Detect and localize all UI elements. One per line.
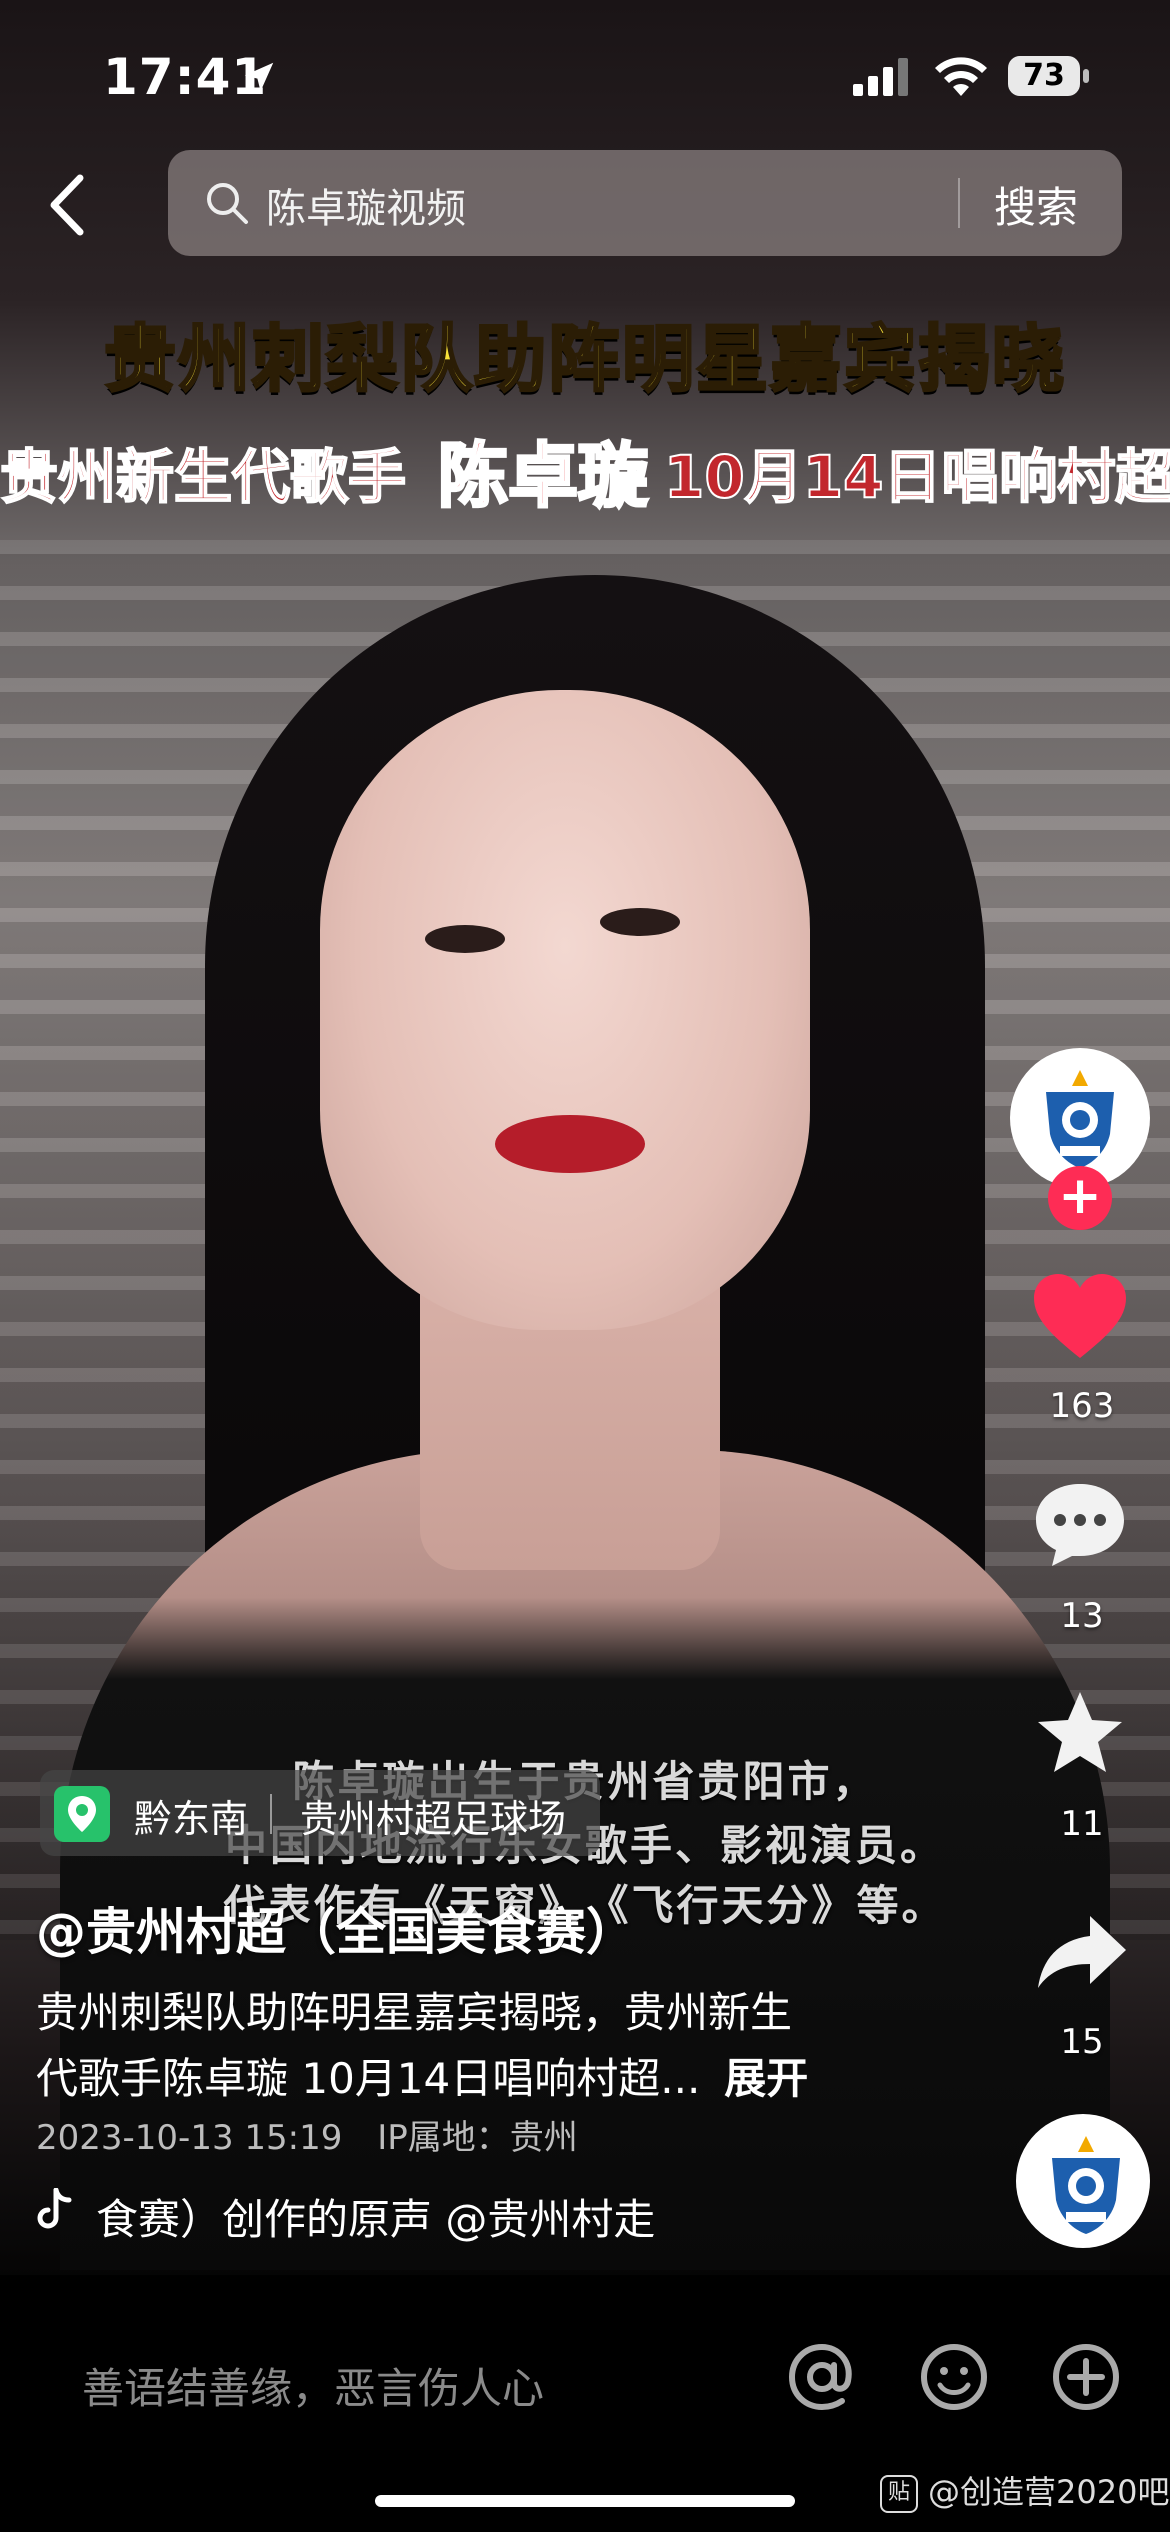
- search-button[interactable]: 搜索: [994, 174, 1078, 235]
- location-divider: [270, 1794, 272, 1834]
- share-icon[interactable]: [1034, 1912, 1128, 1992]
- heart-icon[interactable]: [1030, 1270, 1130, 1362]
- watermark-text: @创造营2020吧: [928, 2473, 1170, 2511]
- description-line: 贵州刺梨队助阵明星嘉宾揭晓，贵州新生: [36, 1988, 793, 2037]
- music-title: 食赛）创作的原声 @贵州村走: [96, 2195, 656, 2242]
- video-title-banner: 贵州刺梨队助阵明星嘉宾揭晓: [102, 315, 1066, 403]
- location-place: 贵州村超足球场: [300, 1797, 567, 1841]
- banner-prefix: 贵州新生代歌手: [0, 442, 407, 512]
- emoji-icon[interactable]: [918, 2341, 990, 2413]
- comment-icon[interactable]: [1032, 1480, 1128, 1570]
- video-subject-lips: [495, 1115, 645, 1173]
- watermark: 贴 @创造营2020吧: [880, 2467, 1169, 2513]
- location-region: 黔东南: [134, 1797, 249, 1841]
- post-meta: 2023-10-13 15:19 IP属地：贵州: [36, 2110, 602, 2159]
- post-description[interactable]: 贵州刺梨队助阵明星嘉宾揭晓，贵州新生 代歌手陈卓璇 10月14日唱响村超... 展…: [36, 1980, 856, 2112]
- location-tag[interactable]: 黔东南 贵州村超足球场: [40, 1770, 600, 1856]
- status-bar: 17:41 73: [0, 0, 1170, 150]
- battery-tip: [1083, 69, 1089, 83]
- comment-input[interactable]: 善语结善缘，恶言伤人心: [82, 2355, 544, 2416]
- search-bar[interactable]: 陈卓璇视频 搜索: [168, 150, 1122, 256]
- battery-icon: 73: [1008, 56, 1089, 96]
- favorite-count: 11: [1060, 1804, 1104, 1844]
- music-row[interactable]: 食赛）创作的原声 @贵州村走: [36, 2182, 736, 2242]
- tiktok-music-icon: [37, 2188, 72, 2229]
- follow-button[interactable]: +: [1048, 1166, 1112, 1230]
- like-count: 163: [1049, 1386, 1115, 1426]
- description-line: 代歌手陈卓璇 10月14日唱响村超...: [36, 2054, 701, 2103]
- cellular-signal-icon: [853, 58, 908, 96]
- video-subject-eye: [425, 925, 505, 953]
- ip-location: IP属地：贵州: [377, 2118, 578, 2158]
- home-indicator[interactable]: [375, 2495, 795, 2507]
- location-arrow-icon: [244, 62, 274, 92]
- comment-count: 13: [1060, 1596, 1104, 1636]
- search-icon: [207, 183, 248, 224]
- add-icon[interactable]: [1050, 2341, 1122, 2413]
- wifi-icon: [935, 57, 987, 96]
- club-logo-icon: [1046, 1070, 1114, 1168]
- mention-icon[interactable]: [786, 2341, 858, 2413]
- post-date: 2023-10-13 15:19: [36, 2118, 343, 2158]
- expand-button[interactable]: 展开: [724, 2054, 808, 2103]
- back-chevron-icon[interactable]: [40, 170, 100, 240]
- comment-bar: 善语结善缘，恶言伤人心 贴 @创造营2020吧: [0, 2275, 1170, 2532]
- star-icon[interactable]: [1034, 1688, 1126, 1778]
- search-divider: [958, 178, 960, 228]
- share-count: 15: [1060, 2022, 1104, 2062]
- search-input[interactable]: 陈卓璇视频: [266, 176, 466, 234]
- video-subtitle-banner: 贵州新生代歌手 陈卓璇 10月14日唱响村超: [0, 420, 1170, 517]
- battery-level: 73: [1008, 56, 1080, 96]
- author-name[interactable]: @贵州村超（全国美食赛）: [36, 1892, 636, 1964]
- video-subject-face: [320, 690, 810, 1330]
- music-disc-avatar[interactable]: [1016, 2114, 1150, 2248]
- banner-name: 陈卓璇: [437, 434, 650, 517]
- tieba-badge-icon: 贴: [880, 2475, 918, 2513]
- club-logo-icon: [1052, 2136, 1120, 2234]
- location-pin-icon: [54, 1786, 110, 1842]
- banner-suffix: 10月14日唱响村超: [663, 442, 1170, 512]
- video-subject-eye: [600, 908, 680, 936]
